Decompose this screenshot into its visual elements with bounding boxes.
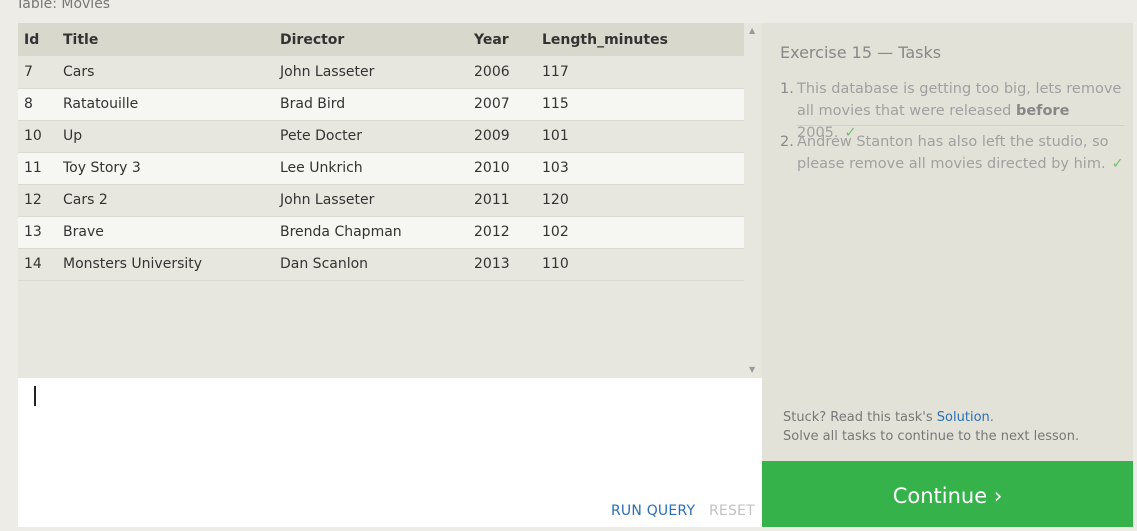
reset-button[interactable]: RESET <box>709 503 755 519</box>
text-cursor <box>34 386 36 406</box>
query-editor[interactable]: RUN QUERY RESET <box>18 378 762 527</box>
table-row: 13 Brave Brenda Chapman 2012 102 <box>18 216 744 249</box>
cell-director: Dan Scanlon <box>274 248 468 281</box>
tasks-title: Exercise 15 — Tasks <box>780 43 942 62</box>
cell-length: 103 <box>536 152 744 185</box>
table-caption: Table: Movies <box>16 0 111 12</box>
column-header-length: Length_minutes <box>536 23 744 56</box>
table-row: 10 Up Pete Docter 2009 101 <box>18 120 744 153</box>
column-header-year: Year <box>468 23 536 56</box>
column-header-id: Id <box>18 23 57 56</box>
tasks-panel: Exercise 15 — Tasks 1. This database is … <box>762 23 1133 461</box>
cell-year: 2006 <box>468 56 536 89</box>
table-row: 7 Cars John Lasseter 2006 117 <box>18 56 744 89</box>
table-scrollbar[interactable]: ▲ ▼ <box>744 23 762 378</box>
cell-director: Brenda Chapman <box>274 216 468 249</box>
cell-year: 2007 <box>468 88 536 121</box>
cell-id: 13 <box>18 216 57 249</box>
cell-director: Pete Docter <box>274 120 468 153</box>
cell-title: Cars 2 <box>57 184 274 217</box>
column-header-director: Director <box>274 23 468 56</box>
cell-title: Monsters University <box>57 248 274 281</box>
cell-title: Cars <box>57 56 274 89</box>
table-row: 8 Ratatouille Brad Bird 2007 115 <box>18 88 744 121</box>
cell-id: 14 <box>18 248 57 281</box>
cell-year: 2012 <box>468 216 536 249</box>
scroll-up-icon[interactable]: ▲ <box>749 26 755 35</box>
right-edge <box>1133 0 1137 527</box>
cell-length: 102 <box>536 216 744 249</box>
stuck-suffix: . <box>989 410 994 425</box>
cell-year: 2009 <box>468 120 536 153</box>
cell-length: 115 <box>536 88 744 121</box>
cell-year: 2011 <box>468 184 536 217</box>
task-number: 1. <box>780 81 794 97</box>
table-row: 14 Monsters University Dan Scanlon 2013 … <box>18 248 744 281</box>
cell-director: Brad Bird <box>274 88 468 121</box>
column-header-title: Title <box>57 23 274 56</box>
cell-id: 11 <box>18 152 57 185</box>
table-header-row: Id Title Director Year Length_minutes <box>18 23 744 56</box>
task-item: 2. Andrew Stanton has also left the stud… <box>780 131 1125 175</box>
check-icon: ✓ <box>1111 156 1124 172</box>
cell-title: Toy Story 3 <box>57 152 274 185</box>
cell-id: 7 <box>18 56 57 89</box>
continue-button[interactable]: Continue › <box>762 461 1133 527</box>
table-row: 11 Toy Story 3 Lee Unkrich 2010 103 <box>18 152 744 185</box>
cell-length: 110 <box>536 248 744 281</box>
task-text: Andrew Stanton has also left the studio,… <box>797 131 1125 175</box>
cell-id: 10 <box>18 120 57 153</box>
cell-title: Brave <box>57 216 274 249</box>
table-row: 12 Cars 2 John Lasseter 2011 120 <box>18 184 744 217</box>
cell-length: 117 <box>536 56 744 89</box>
scroll-down-icon[interactable]: ▼ <box>749 365 755 374</box>
run-query-button[interactable]: RUN QUERY <box>611 503 695 519</box>
cell-length: 101 <box>536 120 744 153</box>
cell-title: Ratatouille <box>57 88 274 121</box>
stuck-prefix: Stuck? Read this task's <box>783 410 937 425</box>
cell-id: 8 <box>18 88 57 121</box>
task-divider <box>797 125 1124 126</box>
solution-link[interactable]: Solution <box>937 410 990 425</box>
task-number: 2. <box>780 134 794 150</box>
cell-length: 120 <box>536 184 744 217</box>
cell-director: John Lasseter <box>274 184 468 217</box>
cell-year: 2010 <box>468 152 536 185</box>
help-text: Stuck? Read this task's Solution. Solve … <box>783 408 1079 446</box>
task-text-part: Andrew Stanton has also left the studio,… <box>797 134 1109 172</box>
cell-id: 12 <box>18 184 57 217</box>
solve-all-text: Solve all tasks to continue to the next … <box>783 429 1080 444</box>
cell-year: 2013 <box>468 248 536 281</box>
cell-director: John Lasseter <box>274 56 468 89</box>
task-text-part: This database is getting too big, lets r… <box>797 81 1122 119</box>
results-table-panel: Id Title Director Year Length_minutes 7 … <box>18 23 762 378</box>
cell-title: Up <box>57 120 274 153</box>
results-table: Id Title Director Year Length_minutes 7 … <box>18 23 744 281</box>
task-text-bold: before <box>1015 103 1070 119</box>
cell-director: Lee Unkrich <box>274 152 468 185</box>
